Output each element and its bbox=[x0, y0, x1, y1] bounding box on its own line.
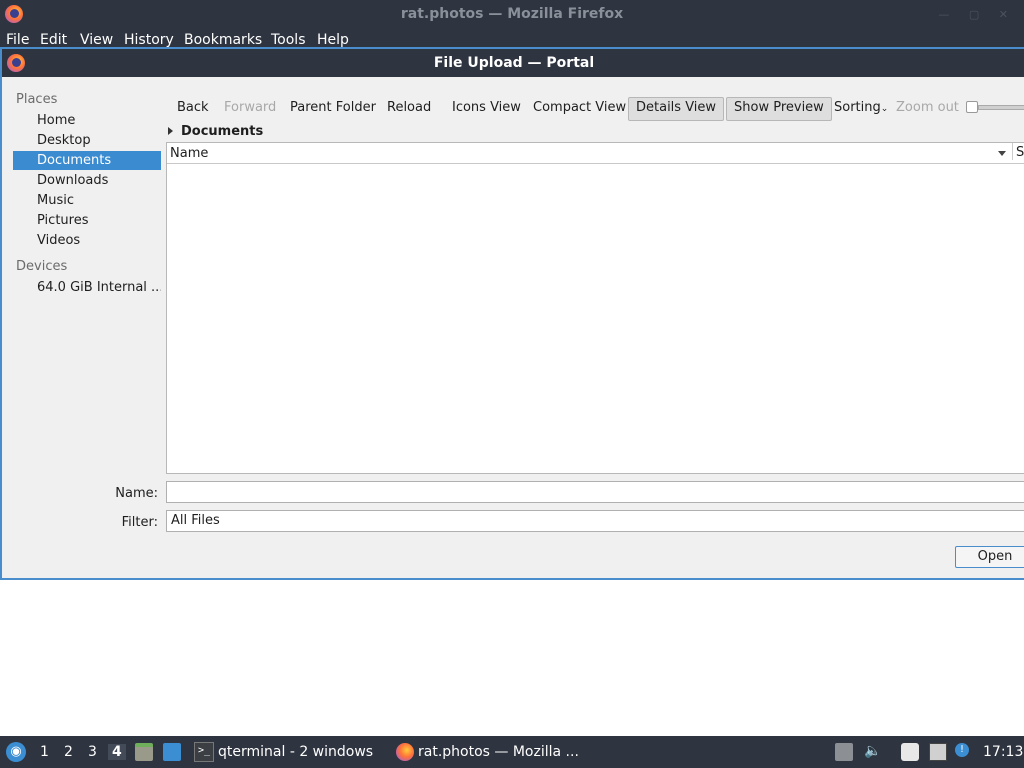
sorting-button[interactable]: Sorting⌄ bbox=[834, 97, 888, 119]
volume-icon[interactable]: 🔈 bbox=[864, 743, 882, 761]
menu-file[interactable]: File bbox=[6, 32, 29, 48]
firefox-menubar: File Edit View History Bookmarks Tools H… bbox=[0, 29, 1024, 49]
zoom-out-button[interactable]: Zoom out bbox=[896, 97, 959, 119]
column-header-size[interactable]: Si bbox=[1012, 143, 1024, 160]
workspace-3[interactable]: 3 bbox=[88, 744, 97, 760]
filename-input[interactable] bbox=[166, 481, 1024, 503]
chevron-right-icon bbox=[168, 127, 173, 135]
menu-bookmarks[interactable]: Bookmarks bbox=[184, 32, 262, 48]
menu-help[interactable]: Help bbox=[317, 32, 349, 48]
clipboard-icon[interactable] bbox=[901, 743, 919, 761]
open-button[interactable]: Open bbox=[955, 546, 1024, 568]
zoom-slider-track bbox=[978, 105, 1024, 110]
network-icon[interactable] bbox=[929, 743, 947, 761]
show-preview-button[interactable]: Show Preview bbox=[726, 97, 832, 121]
back-button[interactable]: Back bbox=[177, 97, 209, 119]
sorting-label: Sorting bbox=[834, 100, 881, 115]
sidebar-item-internal-drive[interactable]: 64.0 GiB Internal ... bbox=[13, 278, 161, 297]
zoom-slider-handle[interactable] bbox=[966, 101, 978, 113]
taskbar: ◉ 1 2 3 4 >_ qterminal - 2 windows rat.p… bbox=[0, 736, 1024, 768]
workspace-1[interactable]: 1 bbox=[40, 744, 49, 760]
places-section-label: Places bbox=[16, 92, 58, 107]
sidebar-item-documents[interactable]: Documents bbox=[13, 151, 161, 170]
notification-icon[interactable]: ! bbox=[955, 743, 969, 757]
workspace-4[interactable]: 4 bbox=[108, 744, 126, 760]
dialog-title: File Upload — Portal bbox=[433, 55, 595, 71]
parent-folder-button[interactable]: Parent Folder bbox=[290, 97, 376, 119]
file-list[interactable]: Name Si bbox=[166, 142, 1024, 474]
terminal-icon: >_ bbox=[194, 742, 214, 762]
menu-edit[interactable]: Edit bbox=[40, 32, 67, 48]
window-title: rat.photos — Mozilla Firefox bbox=[400, 6, 624, 22]
file-upload-dialog: File Upload — Portal Places Home Desktop… bbox=[0, 47, 1024, 580]
scroll-up-icon[interactable] bbox=[835, 743, 853, 761]
compact-view-button[interactable]: Compact View bbox=[533, 97, 626, 119]
menu-history[interactable]: History bbox=[124, 32, 174, 48]
devices-section-label: Devices bbox=[16, 259, 68, 274]
zoom-slider[interactable] bbox=[966, 101, 1024, 113]
file-manager-icon[interactable] bbox=[135, 743, 153, 761]
icons-view-button[interactable]: Icons View bbox=[452, 97, 521, 119]
firefox-task-icon bbox=[396, 743, 414, 761]
dialog-titlebar: File Upload — Portal bbox=[2, 49, 1024, 77]
chevron-down-icon: ⌄ bbox=[880, 104, 889, 114]
sidebar-item-videos[interactable]: Videos bbox=[13, 231, 161, 250]
sidebar-item-music[interactable]: Music bbox=[13, 191, 161, 210]
menu-tools[interactable]: Tools bbox=[271, 32, 306, 48]
details-view-button[interactable]: Details View bbox=[628, 97, 725, 121]
filter-select[interactable]: All Files bbox=[166, 510, 1024, 532]
filter-label: Filter: bbox=[121, 515, 158, 530]
name-label: Name: bbox=[115, 486, 158, 501]
menu-view[interactable]: View bbox=[80, 32, 113, 48]
workspace-2[interactable]: 2 bbox=[64, 744, 73, 760]
forward-button[interactable]: Forward bbox=[224, 97, 276, 119]
app-menu-icon[interactable]: ◉ bbox=[6, 742, 26, 762]
clock[interactable]: 17:13 bbox=[983, 744, 1023, 760]
show-desktop-icon[interactable] bbox=[163, 743, 181, 761]
file-list-header: Name Si bbox=[167, 143, 1024, 164]
column-header-name[interactable]: Name bbox=[170, 146, 208, 161]
task-firefox[interactable]: rat.photos — Mozilla ... bbox=[418, 744, 579, 760]
sidebar-item-desktop[interactable]: Desktop bbox=[13, 131, 161, 150]
sidebar-item-pictures[interactable]: Pictures bbox=[13, 211, 161, 230]
places-sidebar: Places Home Desktop Documents Downloads … bbox=[2, 77, 164, 477]
sidebar-item-downloads[interactable]: Downloads bbox=[13, 171, 161, 190]
sidebar-item-home[interactable]: Home bbox=[13, 111, 161, 130]
breadcrumb-documents: Documents bbox=[181, 124, 264, 139]
firefox-titlebar: rat.photos — Mozilla Firefox — ▢ ✕ bbox=[0, 0, 1024, 29]
window-controls[interactable]: — ▢ ✕ bbox=[938, 8, 1016, 21]
breadcrumb[interactable]: Documents bbox=[168, 124, 263, 139]
reload-button[interactable]: Reload bbox=[387, 97, 431, 119]
sort-descending-icon bbox=[998, 151, 1006, 156]
task-qterminal[interactable]: qterminal - 2 windows bbox=[218, 744, 373, 760]
